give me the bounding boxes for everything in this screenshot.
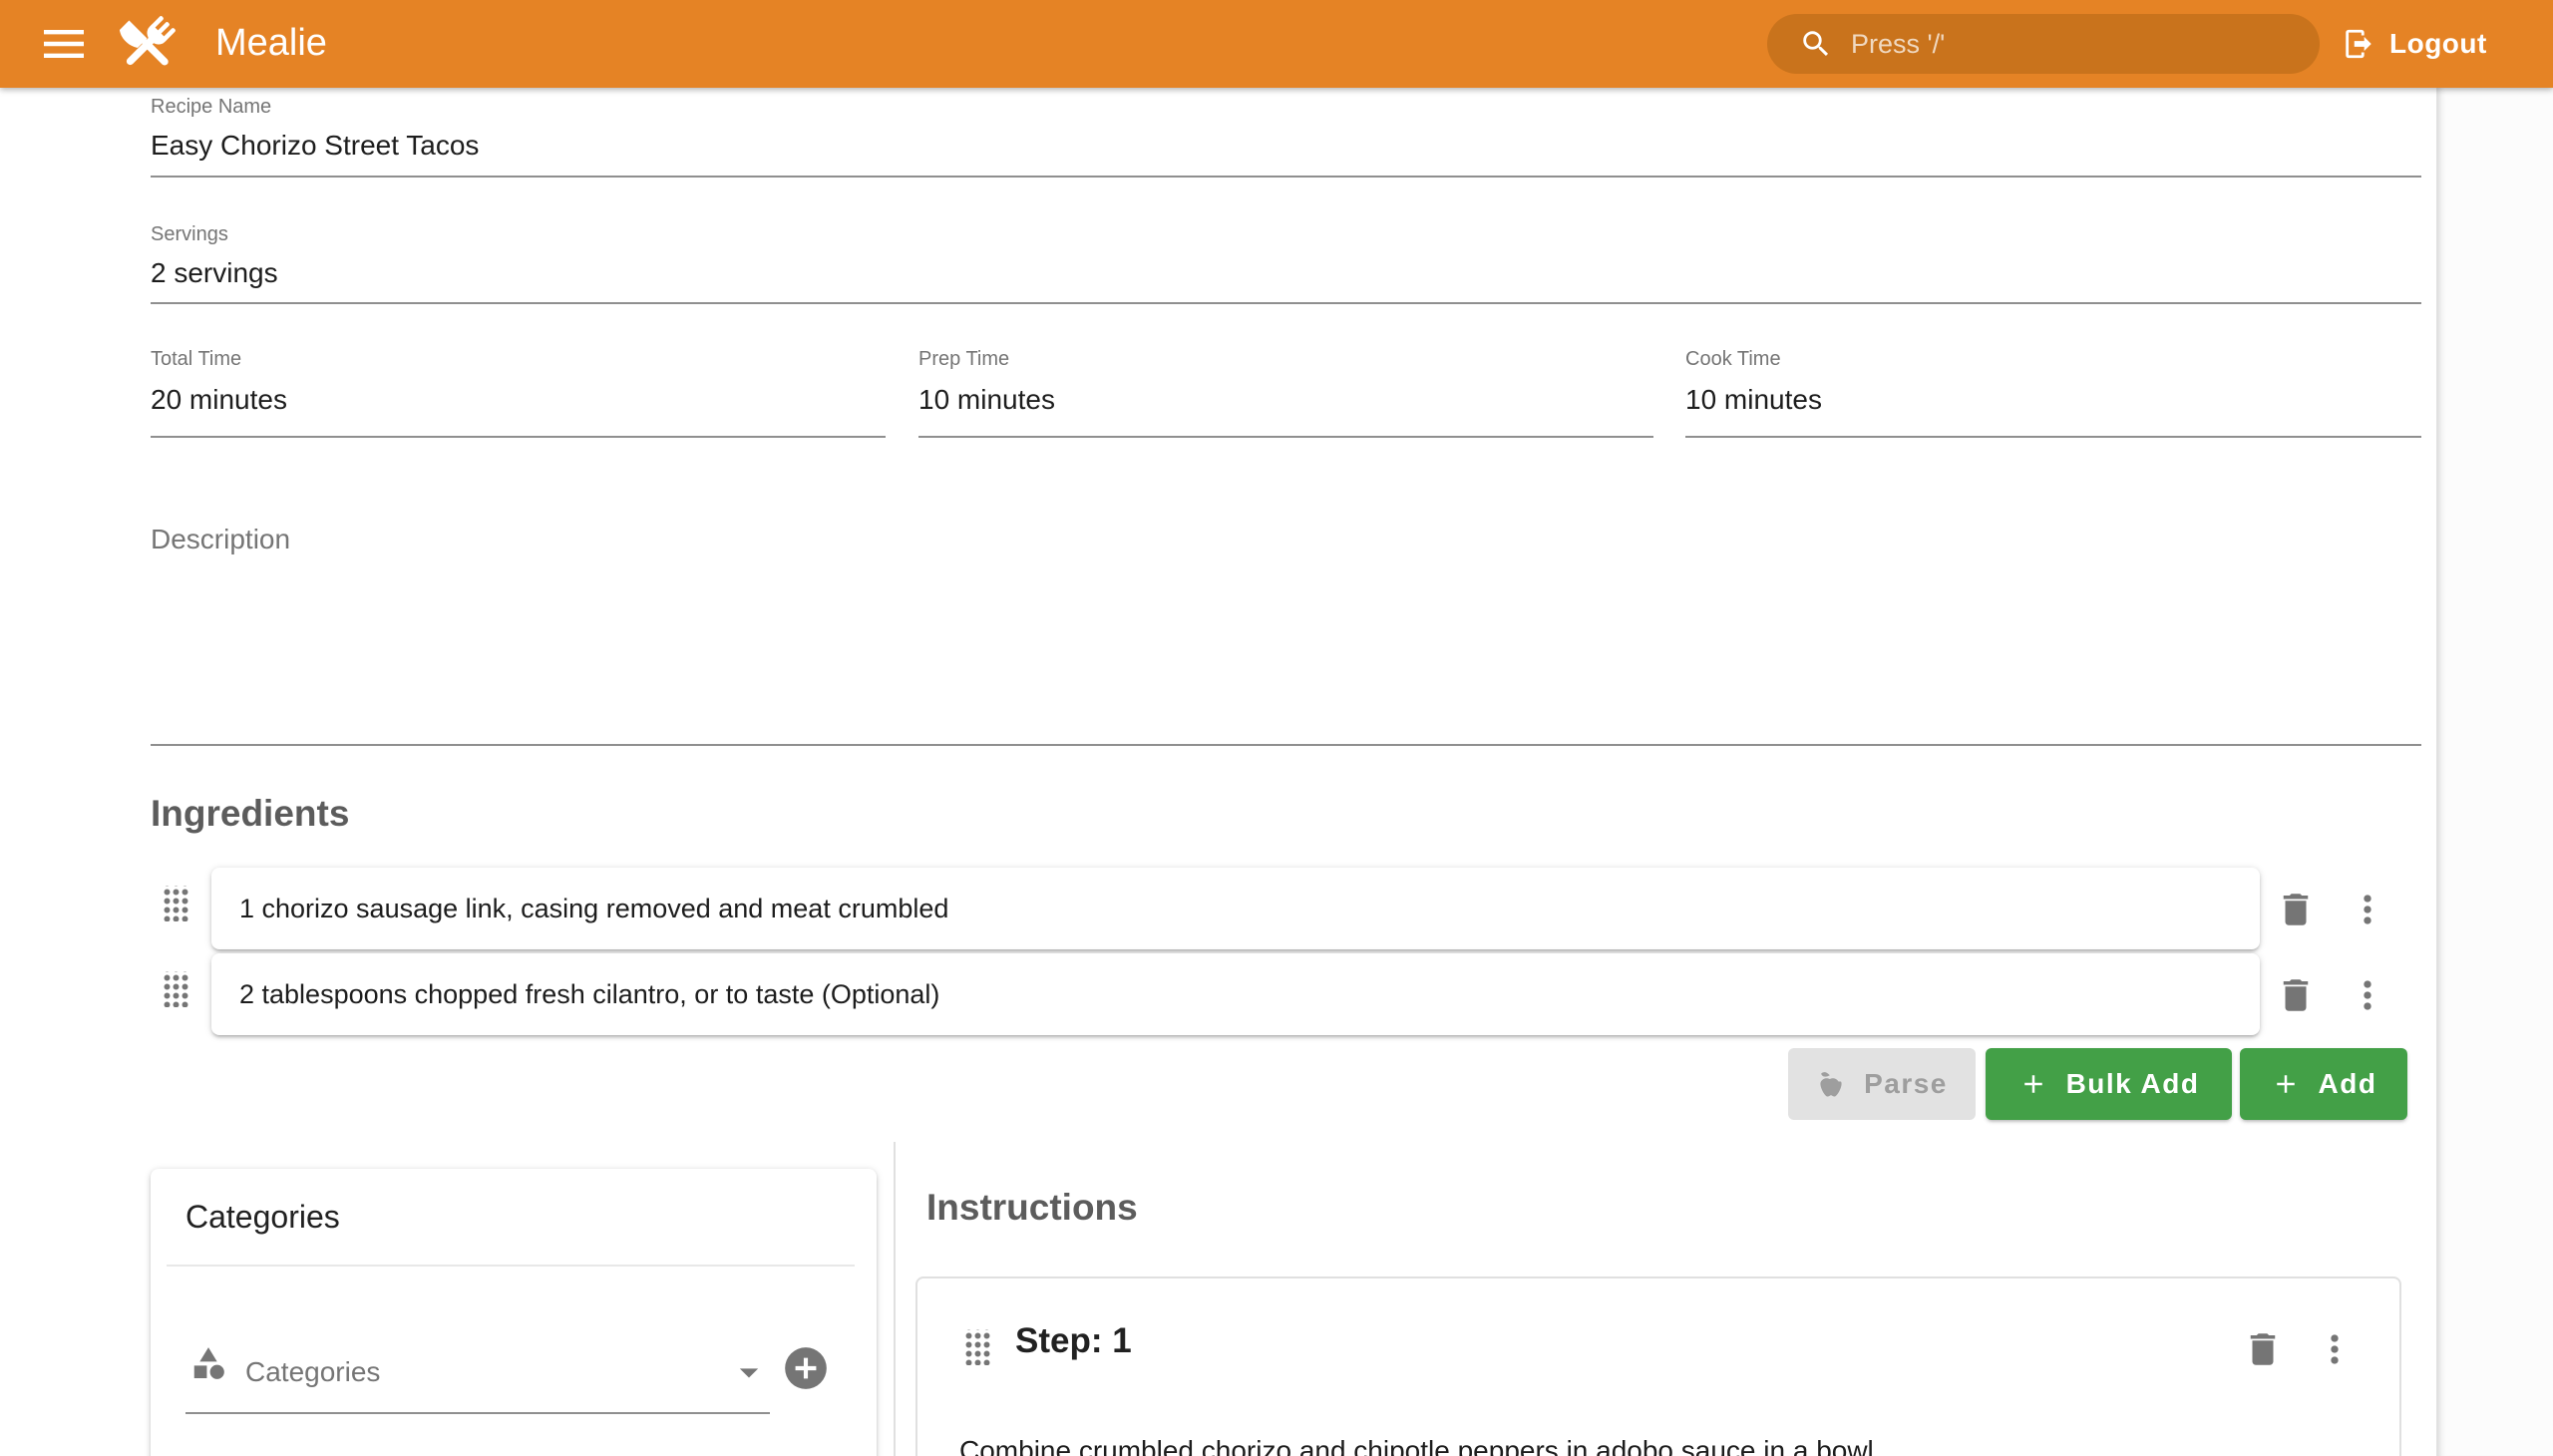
search-input[interactable] [1849, 28, 2312, 61]
ingredient-input-row[interactable]: 1 chorizo sausage link, casing removed a… [211, 868, 2260, 949]
delete-ingredient-button[interactable] [2274, 973, 2318, 1017]
delete-step-button[interactable] [2241, 1327, 2285, 1371]
ingredient-options-button[interactable] [2346, 973, 2389, 1017]
shapes-icon [189, 1344, 227, 1387]
step-title: Step: 1 [1015, 1321, 1132, 1361]
cook-time-label: Cook Time [1685, 348, 1781, 371]
cook-time-underline [1685, 436, 2421, 438]
total-time-field[interactable]: 20 minutes [151, 384, 287, 416]
logout-icon [2342, 27, 2375, 61]
recipe-name-underline [151, 176, 2421, 178]
ingredient-options-button[interactable] [2346, 888, 2389, 931]
plus-circle-icon [781, 1343, 831, 1393]
cook-time-field[interactable]: 10 minutes [1685, 384, 1822, 416]
categories-card: Categories Categories [151, 1169, 877, 1456]
step-text-field[interactable]: Combine crumbled chorizo and chipotle pe… [959, 1435, 2356, 1456]
drag-handle-icon[interactable] [963, 1329, 990, 1365]
prep-time-label: Prep Time [918, 348, 1009, 371]
categories-card-title: Categories [185, 1199, 340, 1236]
menu-icon [40, 24, 88, 64]
hamburger-menu-button[interactable] [40, 24, 88, 64]
delete-icon [2275, 974, 2317, 1016]
instructions-heading: Instructions [926, 1187, 1138, 1229]
page-right-gutter [2436, 88, 2553, 1456]
parse-label: Parse [1864, 1068, 1948, 1100]
kebab-menu-icon [2346, 973, 2389, 1017]
drag-handle-icon[interactable] [162, 886, 188, 921]
add-category-button[interactable] [781, 1343, 831, 1398]
recipe-name-field[interactable]: Easy Chorizo Street Tacos [151, 130, 479, 162]
kebab-menu-icon [2346, 888, 2389, 931]
app-header: Mealie Logout [0, 0, 2553, 88]
logout-label: Logout [2389, 28, 2487, 60]
servings-label: Servings [151, 223, 228, 246]
logout-button[interactable]: Logout [2342, 24, 2487, 64]
apple-icon [1816, 1069, 1846, 1099]
description-field[interactable]: Description [151, 524, 290, 555]
ingredient-text: 1 chorizo sausage link, casing removed a… [239, 894, 948, 924]
servings-field[interactable]: 2 servings [151, 257, 278, 289]
categories-select-underline [185, 1412, 770, 1414]
drag-handle-icon[interactable] [162, 971, 188, 1007]
categories-card-divider [167, 1265, 855, 1267]
delete-icon [2242, 1328, 2284, 1370]
kebab-menu-icon [2313, 1327, 2357, 1371]
search-icon [1799, 27, 1833, 61]
delete-icon [2275, 889, 2317, 930]
recipe-name-label: Recipe Name [151, 96, 271, 119]
search-bar[interactable] [1767, 14, 2320, 74]
plus-icon [2271, 1069, 2301, 1099]
fork-knife-logo-icon [114, 10, 182, 78]
categories-select[interactable]: Categories [245, 1356, 380, 1388]
prep-time-field[interactable]: 10 minutes [918, 384, 1055, 416]
description-underline [151, 744, 2421, 746]
delete-ingredient-button[interactable] [2274, 888, 2318, 931]
ingredient-input-row[interactable]: 2 tablespoons chopped fresh cilantro, or… [211, 953, 2260, 1035]
ingredients-heading: Ingredients [151, 793, 349, 835]
chevron-down-icon[interactable] [727, 1350, 771, 1399]
column-divider [894, 1142, 896, 1456]
mealie-recipe-editor-page: Mealie Logout Recipe Name Easy Chorizo S… [0, 0, 2553, 1456]
instruction-step-card: Step: 1 Combine crumbled chorizo and chi… [915, 1276, 2401, 1456]
parse-button[interactable]: Parse [1788, 1048, 1976, 1120]
prep-time-underline [918, 436, 1653, 438]
add-label: Add [2319, 1068, 2377, 1100]
bulk-add-label: Bulk Add [2066, 1068, 2200, 1100]
app-title: Mealie [215, 22, 327, 65]
bulk-add-button[interactable]: Bulk Add [1986, 1048, 2232, 1120]
add-ingredient-button[interactable]: Add [2240, 1048, 2407, 1120]
total-time-label: Total Time [151, 348, 241, 371]
plus-icon [2018, 1069, 2048, 1099]
step-options-button[interactable] [2313, 1327, 2357, 1371]
total-time-underline [151, 436, 886, 438]
ingredient-text: 2 tablespoons chopped fresh cilantro, or… [239, 979, 939, 1010]
servings-underline [151, 302, 2421, 304]
